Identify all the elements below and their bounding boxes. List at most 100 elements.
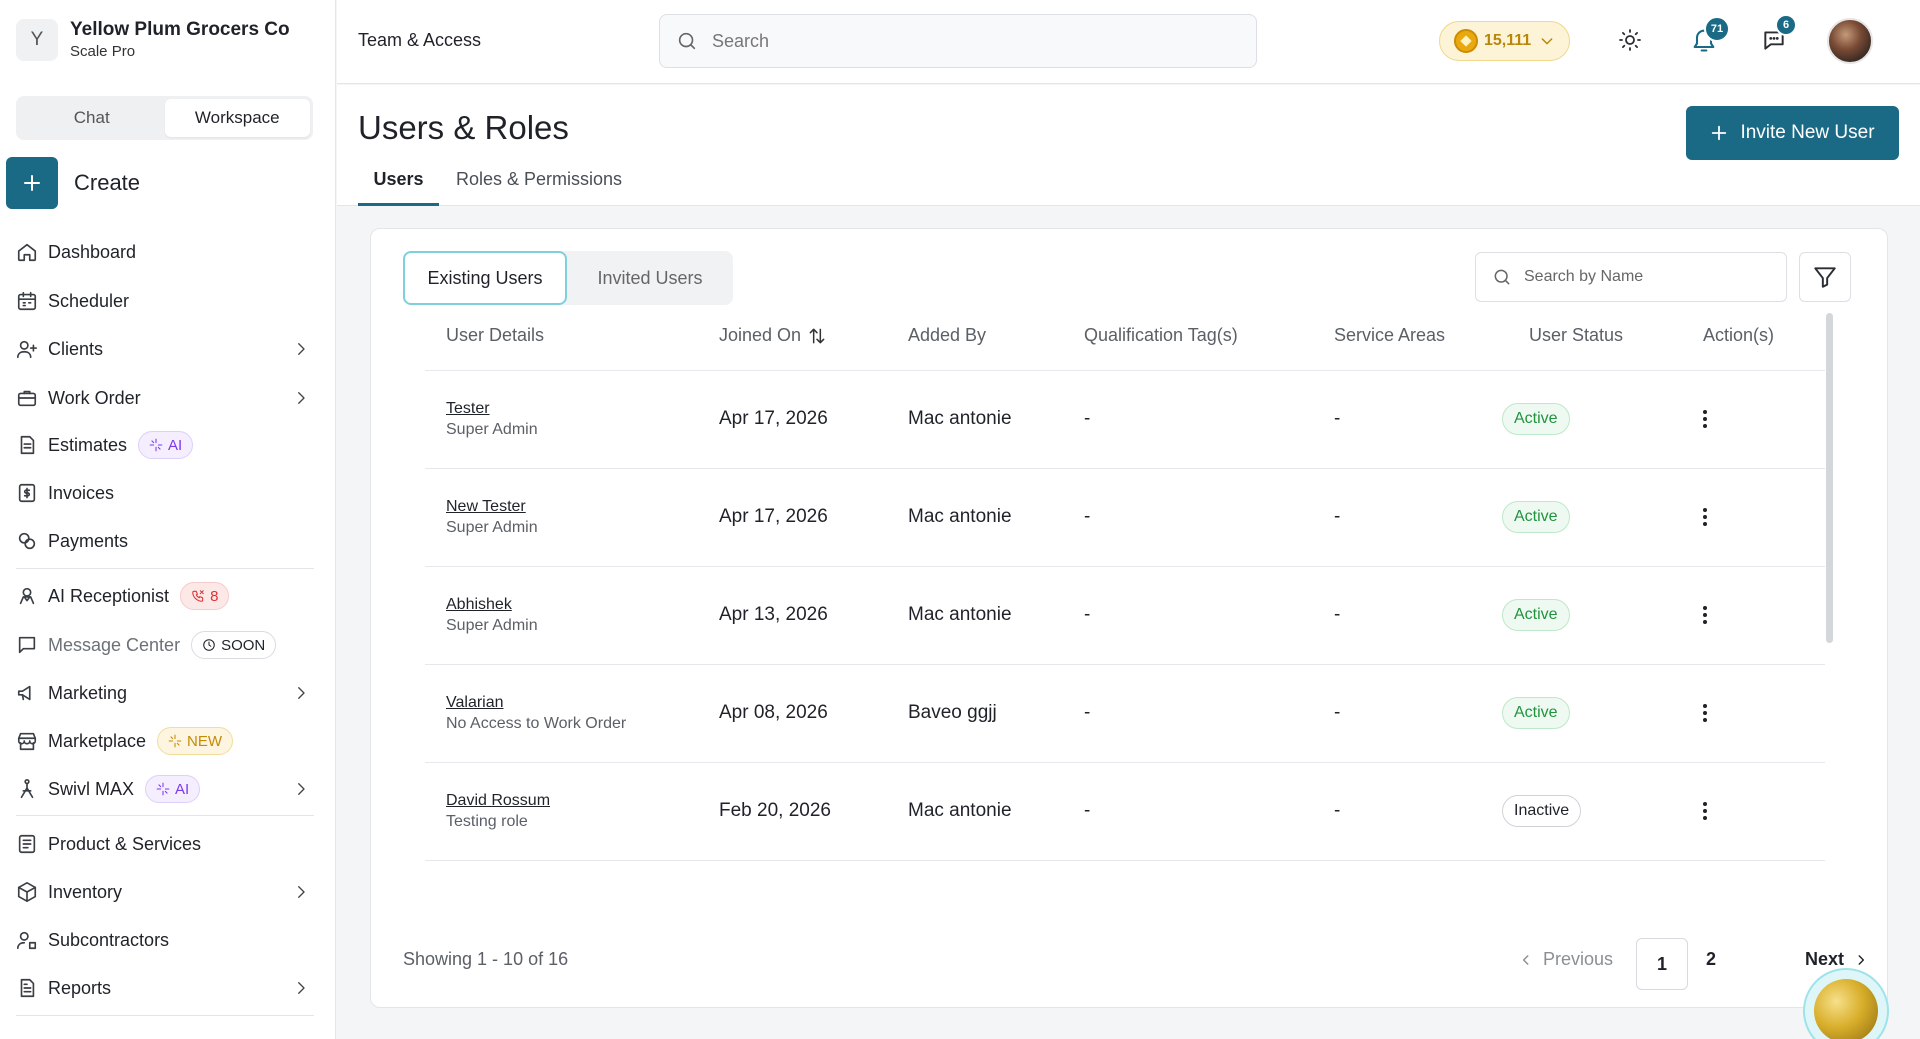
- invite-button-label: Invite New User: [1740, 122, 1875, 143]
- page-2-button[interactable]: 2: [1706, 949, 1716, 970]
- coin-icon: [1454, 29, 1478, 53]
- call-count-badge: 8: [180, 582, 230, 610]
- qualification-tags: -: [1084, 702, 1091, 723]
- sidebar-item-ai-receptionist[interactable]: AI Receptionist 8: [16, 578, 316, 614]
- plus-icon: [6, 157, 58, 209]
- table-scrollbar[interactable]: [1826, 313, 1833, 643]
- sidebar-item-message-center[interactable]: Message Center SOON: [16, 627, 316, 663]
- page-header: Users & Roles Invite New User Users Role…: [337, 85, 1920, 206]
- filter-icon: [1812, 264, 1838, 290]
- org-switcher[interactable]: Y Yellow Plum Grocers Co Scale Pro: [16, 18, 290, 62]
- sidebar-item-subcontractors[interactable]: Subcontractors: [16, 922, 316, 958]
- next-page-button[interactable]: Next: [1805, 949, 1868, 970]
- search-input[interactable]: [712, 30, 1212, 52]
- user-name-link[interactable]: David Rossum: [446, 792, 550, 810]
- sidebar-item-marketing[interactable]: Marketing: [16, 675, 316, 711]
- segment-existing-users[interactable]: Existing Users: [403, 251, 567, 305]
- added-by: Mac antonie: [908, 506, 1012, 527]
- added-by: Mac antonie: [908, 800, 1012, 821]
- store-icon: [16, 730, 38, 752]
- column-header-label: Service Areas: [1334, 325, 1446, 345]
- column-header-label: User Status: [1529, 325, 1624, 345]
- user-name-link[interactable]: Tester: [446, 400, 490, 418]
- more-vertical-icon[interactable]: [1693, 505, 1717, 529]
- user-name-link[interactable]: Valarian: [446, 694, 504, 712]
- new-badge: NEW: [157, 727, 234, 755]
- credits-button[interactable]: 15,111: [1439, 21, 1570, 61]
- notifications-button[interactable]: 71: [1690, 16, 1730, 54]
- sidebar-item-invoices[interactable]: Invoices: [16, 475, 316, 511]
- sidebar-item-clients[interactable]: Clients: [16, 331, 316, 367]
- create-label: Create: [74, 170, 141, 195]
- column-header-label: User Details: [446, 325, 545, 345]
- sort-icon: [801, 326, 827, 346]
- sidebar-item-estimates[interactable]: Estimates AI: [16, 427, 316, 463]
- sidebar-item-product-services[interactable]: Product & Services: [16, 826, 316, 862]
- avatar[interactable]: [1827, 18, 1873, 64]
- more-vertical-icon[interactable]: [1693, 799, 1717, 823]
- user-plus-icon: [16, 338, 38, 360]
- chevron-right-icon: [292, 979, 310, 997]
- sidebar-item-work-order[interactable]: Work Order: [16, 380, 316, 416]
- sidebar-item-label: Inventory: [48, 881, 123, 902]
- sidebar-item-payments[interactable]: Payments: [16, 523, 316, 559]
- more-vertical-icon[interactable]: [1693, 701, 1717, 725]
- segment-invited-users[interactable]: Invited Users: [567, 251, 733, 305]
- sidebar-item-dashboard[interactable]: Dashboard: [16, 234, 316, 270]
- user-name-link[interactable]: New Tester: [446, 498, 526, 516]
- mode-chat-tab[interactable]: Chat: [19, 99, 165, 137]
- messages-button[interactable]: 6: [1761, 14, 1797, 53]
- chevron-right-icon: [1844, 953, 1868, 967]
- sidebar-item-label: Subcontractors: [48, 929, 170, 950]
- qualification-tags: -: [1084, 800, 1091, 821]
- name-search-input[interactable]: [1524, 268, 1774, 286]
- chevron-right-icon: [292, 340, 310, 358]
- ai-badge: AI: [138, 431, 194, 459]
- assistant-orb-icon: [1814, 979, 1878, 1039]
- joined-on: Apr 13, 2026: [719, 604, 828, 625]
- name-search[interactable]: [1475, 252, 1787, 302]
- more-vertical-icon[interactable]: [1693, 407, 1717, 431]
- create-button[interactable]: Create: [6, 157, 140, 209]
- pagination-summary: Showing 1 - 10 of 16: [403, 949, 569, 969]
- previous-page-button[interactable]: Previous: [1519, 949, 1613, 970]
- message-icon: [16, 634, 38, 656]
- status-badge: Active: [1502, 403, 1570, 435]
- column-header-joined-on[interactable]: Joined On: [719, 325, 827, 346]
- sidebar-item-label: Estimates: [48, 434, 128, 455]
- ai-badge: AI: [145, 775, 201, 803]
- chevron-right-icon: [292, 389, 310, 407]
- topbar: Team & Access 15,111 71 6: [337, 0, 1920, 84]
- sidebar-item-label: Invoices: [48, 482, 115, 503]
- users-card: Existing Users Invited Users User Detail…: [370, 228, 1888, 1008]
- service-areas: -: [1334, 702, 1341, 723]
- search-icon: [676, 30, 698, 52]
- sidebar-item-inventory[interactable]: Inventory: [16, 874, 316, 910]
- global-search[interactable]: [659, 14, 1257, 68]
- more-vertical-icon[interactable]: [1693, 603, 1717, 627]
- calendar-icon: [16, 290, 38, 312]
- report-icon: [16, 977, 38, 999]
- sidebar-item-label: Scheduler: [48, 290, 130, 311]
- clock-icon: [203, 639, 215, 651]
- tab-roles-permissions[interactable]: Roles & Permissions: [456, 169, 622, 206]
- chevron-down-icon: [1531, 33, 1555, 49]
- sidebar-item-label: AI Receptionist: [48, 585, 170, 606]
- user-type-segment: Existing Users Invited Users: [403, 251, 733, 305]
- user-name-link[interactable]: Abhishek: [446, 596, 512, 614]
- sparkle-icon: [156, 782, 170, 796]
- sidebar-divider: [16, 568, 314, 569]
- sidebar-item-scheduler[interactable]: Scheduler: [16, 283, 316, 319]
- sidebar-item-label: Clients: [48, 338, 104, 359]
- theme-toggle-button[interactable]: [1618, 28, 1642, 52]
- page-1-button[interactable]: 1: [1636, 938, 1688, 990]
- column-header-qualification-tags: Qualification Tag(s): [1084, 325, 1238, 346]
- sidebar-item-marketplace[interactable]: Marketplace NEW: [16, 723, 316, 759]
- sparkle-icon: [168, 734, 182, 748]
- sidebar-item-swivl-max[interactable]: Swivl MAX AI: [16, 771, 316, 807]
- filter-button[interactable]: [1799, 252, 1851, 302]
- mode-workspace-tab[interactable]: Workspace: [164, 99, 310, 137]
- sidebar-item-reports[interactable]: Reports: [16, 970, 316, 1006]
- tab-users[interactable]: Users: [358, 169, 439, 206]
- invite-new-user-button[interactable]: Invite New User: [1686, 106, 1899, 160]
